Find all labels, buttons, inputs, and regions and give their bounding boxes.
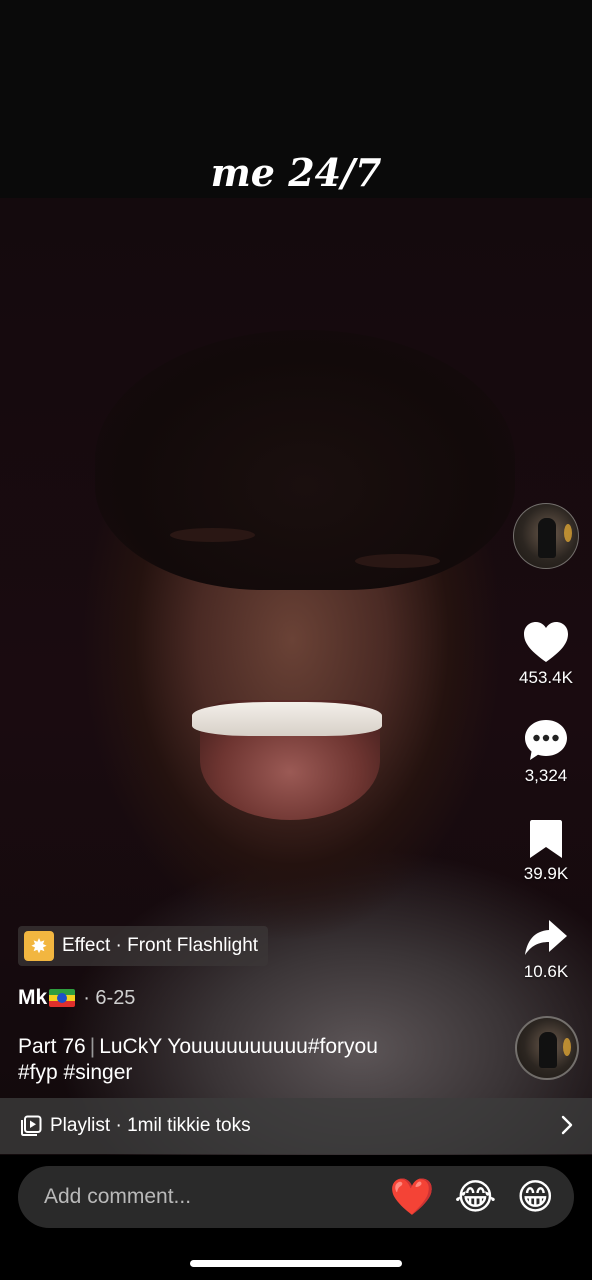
caption-hashtags[interactable]: #fyp #singer bbox=[18, 1061, 132, 1084]
share-button[interactable]: 10.6K bbox=[504, 918, 588, 982]
sound-disc-light bbox=[563, 1038, 571, 1056]
playlist-bar[interactable]: Playlist · 1mil tikkie toks bbox=[0, 1098, 592, 1154]
flashlight-effect-icon: ✸ bbox=[24, 931, 54, 961]
chevron-right-icon bbox=[561, 1115, 573, 1135]
caption-part: Part 76 bbox=[18, 1035, 86, 1058]
video-text-overlay: me 24/7 bbox=[210, 150, 382, 195]
comment-bubble-icon bbox=[525, 720, 567, 760]
sound-disc[interactable] bbox=[515, 1016, 579, 1080]
author-line[interactable]: Mk · 6-25 bbox=[18, 986, 135, 1010]
comment-count: 3,324 bbox=[524, 766, 568, 785]
comment-placeholder: Add comment... bbox=[44, 1185, 192, 1208]
effect-label: Effect · Front Flashlight bbox=[62, 935, 259, 956]
comment-button[interactable]: 3,324 bbox=[504, 718, 588, 786]
grinning-emoji-button[interactable]: 😁 bbox=[516, 1177, 554, 1218]
playlist-label: Playlist · 1mil tikkie toks bbox=[50, 1115, 251, 1136]
effect-tag[interactable]: ✸ Effect · Front Flashlight bbox=[18, 926, 269, 966]
heart-icon bbox=[524, 622, 568, 662]
save-button[interactable]: 39.9K bbox=[504, 818, 588, 884]
ethiopia-flag-icon bbox=[49, 989, 76, 1007]
playlist-icon bbox=[21, 1115, 42, 1136]
home-indicator[interactable] bbox=[190, 1260, 402, 1267]
post-date: · 6-25 bbox=[83, 986, 136, 1009]
save-count: 39.9K bbox=[523, 864, 569, 883]
comment-input[interactable]: Add comment... ❤️ 😂 😁 bbox=[18, 1166, 574, 1228]
video-subject-hair bbox=[95, 330, 515, 590]
creator-avatar[interactable] bbox=[513, 503, 579, 569]
avatar-figure bbox=[538, 518, 556, 558]
heart-emoji-button[interactable]: ❤️ bbox=[390, 1176, 435, 1218]
video-caption[interactable]: Part 76 | LuCkY Youuuuuuuuuu#foryou #fyp #… bbox=[18, 1034, 458, 1086]
video-subject-teeth bbox=[192, 702, 382, 736]
author-name[interactable]: Mk bbox=[18, 986, 47, 1010]
caption-text: LuCkY Youuuuuuuuuu#foryou bbox=[99, 1035, 378, 1058]
sound-disc-figure bbox=[539, 1032, 557, 1068]
video-subject-eye-left bbox=[170, 528, 255, 542]
share-arrow-icon bbox=[525, 920, 567, 955]
like-count: 453.4K bbox=[519, 668, 573, 687]
avatar-light bbox=[564, 524, 572, 542]
like-button[interactable]: 453.4K bbox=[504, 620, 588, 688]
bookmark-icon bbox=[530, 820, 562, 858]
video-subject-eye-right bbox=[355, 554, 440, 568]
laughing-emoji-button[interactable]: 😂 bbox=[454, 1177, 496, 1218]
share-count: 10.6K bbox=[523, 962, 569, 981]
caption-divider: | bbox=[89, 1035, 96, 1058]
